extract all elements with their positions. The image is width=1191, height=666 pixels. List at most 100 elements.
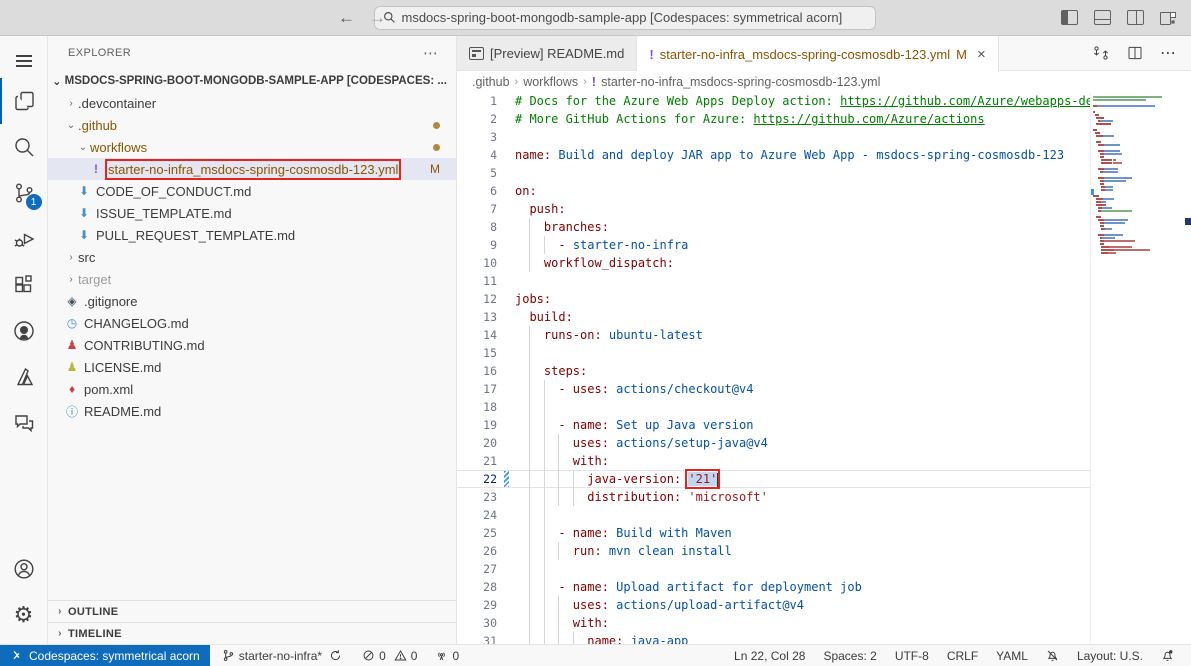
branch-status[interactable]: starter-no-infra* xyxy=(216,645,348,666)
tree-file-license.md[interactable]: ♟LICENSE.md xyxy=(48,356,456,378)
code-line-12[interactable]: 12jobs: xyxy=(457,290,1090,308)
tree-folder-target[interactable]: ›target xyxy=(48,268,456,290)
breadcrumb-github[interactable]: .github xyxy=(472,75,510,89)
code-line-1[interactable]: 1# Docs for the Azure Web Apps Deploy ac… xyxy=(457,92,1090,110)
account-icon[interactable] xyxy=(0,546,48,592)
tree-file-contributing.md[interactable]: ♟CONTRIBUTING.md xyxy=(48,334,456,356)
toggle-secondary-sidebar-icon[interactable] xyxy=(1127,10,1144,25)
code-line-10[interactable]: 10 workflow_dispatch: xyxy=(457,254,1090,272)
tree-item-label: .gitignore xyxy=(84,294,137,309)
code-text: java-version: '21' xyxy=(515,470,719,488)
code-line-20[interactable]: 20 uses: actions/setup-java@v4 xyxy=(457,434,1090,452)
breadcrumb-workflows[interactable]: workflows xyxy=(523,75,578,89)
code-text: distribution: 'microsoft' xyxy=(515,488,768,506)
tree-folder-.devcontainer[interactable]: ›.devcontainer xyxy=(48,92,456,114)
github-icon[interactable] xyxy=(0,308,48,354)
code-line-19[interactable]: 19 - name: Set up Java version xyxy=(457,416,1090,434)
forward-icon[interactable]: → xyxy=(369,8,386,28)
code-line-16[interactable]: 16 steps: xyxy=(457,362,1090,380)
code-line-11[interactable]: 11 xyxy=(457,272,1090,290)
code-line-21[interactable]: 21 with: xyxy=(457,452,1090,470)
code-line-22[interactable]: 22 java-version: '21' xyxy=(457,470,1090,488)
extensions-icon[interactable] xyxy=(0,262,48,308)
comments-icon[interactable] xyxy=(0,400,48,446)
do-not-disturb-icon[interactable] xyxy=(1039,649,1066,662)
code-line-15[interactable]: 15 xyxy=(457,344,1090,362)
code-line-13[interactable]: 13 build: xyxy=(457,308,1090,326)
code-line-6[interactable]: 6on: xyxy=(457,182,1090,200)
open-changes-icon[interactable] xyxy=(1092,44,1110,62)
language-mode[interactable]: YAML xyxy=(989,649,1035,663)
token-val: Build with Maven xyxy=(609,526,732,540)
tree-folder-.github[interactable]: ⌄.github xyxy=(48,114,456,136)
code-line-24[interactable]: 24 xyxy=(457,506,1090,524)
code-line-25[interactable]: 25 - name: Build with Maven xyxy=(457,524,1090,542)
code-line-8[interactable]: 8 branches: xyxy=(457,218,1090,236)
workspace-root-folder[interactable]: ⌄ MSDOCS-SPRING-BOOT-MONGODB-SAMPLE-APP … xyxy=(48,70,456,92)
customize-layout-icon[interactable] xyxy=(1160,10,1177,25)
tree-folder-src[interactable]: ›src xyxy=(48,246,456,268)
toggle-panel-icon[interactable] xyxy=(1094,10,1111,25)
tree-file-pull-request-template.md[interactable]: ⬇PULL_REQUEST_TEMPLATE.md xyxy=(48,224,456,246)
editor-group: [Preview] README.md ! starter-no-infra_m… xyxy=(457,36,1191,644)
tree-folder-workflows[interactable]: ⌄workflows xyxy=(48,136,456,158)
code-line-18[interactable]: 18 xyxy=(457,398,1090,416)
tree-file-changelog.md[interactable]: ◷CHANGELOG.md xyxy=(48,312,456,334)
overview-ruler[interactable] xyxy=(1185,92,1191,644)
menu-icon[interactable] xyxy=(0,44,48,78)
remote-indicator[interactable]: Codespaces: symmetrical acorn xyxy=(0,645,210,666)
code-line-17[interactable]: 17 - uses: actions/checkout@v4 xyxy=(457,380,1090,398)
tree-file-code-of-conduct.md[interactable]: ⬇CODE_OF_CONDUCT.md xyxy=(48,180,456,202)
sync-icon[interactable] xyxy=(329,649,342,662)
settings-gear-icon[interactable]: ⚙ xyxy=(0,592,48,638)
code-line-5[interactable]: 5 xyxy=(457,164,1090,182)
tree-file-starter-no-infra-msdocs-spring-cosmosdb-123.yml[interactable]: !starter-no-infra_msdocs-spring-cosmosdb… xyxy=(48,158,456,180)
code-line-28[interactable]: 28 - name: Upload artifact for deploymen… xyxy=(457,578,1090,596)
breadcrumb-file[interactable]: starter-no-infra_msdocs-spring-cosmosdb-… xyxy=(601,75,880,89)
markdown-file-icon: ⬇ xyxy=(76,206,92,220)
eol-status[interactable]: CRLF xyxy=(940,649,985,663)
code-line-3[interactable]: 3 xyxy=(457,128,1090,146)
encoding-status[interactable]: UTF-8 xyxy=(888,649,936,663)
split-editor-icon[interactable] xyxy=(1126,44,1144,62)
code-line-29[interactable]: 29 uses: actions/upload-artifact@v4 xyxy=(457,596,1090,614)
indentation-status[interactable]: Spaces: 2 xyxy=(816,649,883,663)
cursor-position[interactable]: Ln 22, Col 28 xyxy=(727,649,812,663)
code-line-30[interactable]: 30 with: xyxy=(457,614,1090,632)
code-line-23[interactable]: 23 distribution: 'microsoft' xyxy=(457,488,1090,506)
sidebar-section-timeline[interactable]: ›TIMELINE xyxy=(48,622,456,644)
sidebar-section-outline[interactable]: ›OUTLINE xyxy=(48,600,456,622)
minimap[interactable] xyxy=(1090,92,1185,644)
explorer-more-actions-icon[interactable]: ⋯ xyxy=(423,44,440,62)
problems-status[interactable]: 0 0 xyxy=(356,645,423,666)
back-icon[interactable]: ← xyxy=(338,8,355,28)
azure-icon[interactable] xyxy=(0,354,48,400)
explorer-icon[interactable] xyxy=(0,78,48,124)
tree-file-.gitignore[interactable]: ◈.gitignore xyxy=(48,290,456,312)
code-line-9[interactable]: 9 - starter-no-infra xyxy=(457,236,1090,254)
toggle-primary-sidebar-icon[interactable] xyxy=(1061,10,1078,25)
source-control-icon[interactable]: 1 xyxy=(0,170,48,216)
close-tab-icon[interactable]: × xyxy=(977,46,986,63)
tree-file-issue-template.md[interactable]: ⬇ISSUE_TEMPLATE.md xyxy=(48,202,456,224)
tab-workflow-yml[interactable]: ! starter-no-infra_msdocs-spring-cosmosd… xyxy=(637,36,998,72)
code-line-2[interactable]: 2# More GitHub Actions for Azure: https:… xyxy=(457,110,1090,128)
keyboard-layout-status[interactable]: Layout: U.S. xyxy=(1070,649,1150,663)
tree-file-pom.xml[interactable]: ♦pom.xml xyxy=(48,378,456,400)
code-line-14[interactable]: 14 runs-on: ubuntu-latest xyxy=(457,326,1090,344)
tree-file-readme.md[interactable]: ⓘREADME.md xyxy=(48,400,456,422)
editor-more-actions-icon[interactable]: ⋯ xyxy=(1160,43,1177,63)
code-line-27[interactable]: 27 xyxy=(457,560,1090,578)
code-line-4[interactable]: 4name: Build and deploy JAR app to Azure… xyxy=(457,146,1090,164)
indent-guide xyxy=(544,560,545,578)
ports-status[interactable]: 0 xyxy=(429,645,465,666)
notifications-icon[interactable] xyxy=(1154,649,1181,662)
code-editor[interactable]: 1# Docs for the Azure Web Apps Deploy ac… xyxy=(457,92,1090,644)
code-line-26[interactable]: 26 run: mvn clean install xyxy=(457,542,1090,560)
search-sidebar-icon[interactable] xyxy=(0,124,48,170)
code-line-7[interactable]: 7 push: xyxy=(457,200,1090,218)
tab-readme-preview[interactable]: [Preview] README.md xyxy=(457,36,637,70)
run-debug-icon[interactable] xyxy=(0,216,48,262)
command-center-search[interactable]: msdocs-spring-boot-mongodb-sample-app [C… xyxy=(374,6,876,30)
code-line-31[interactable]: 31 name: java-app xyxy=(457,632,1090,644)
